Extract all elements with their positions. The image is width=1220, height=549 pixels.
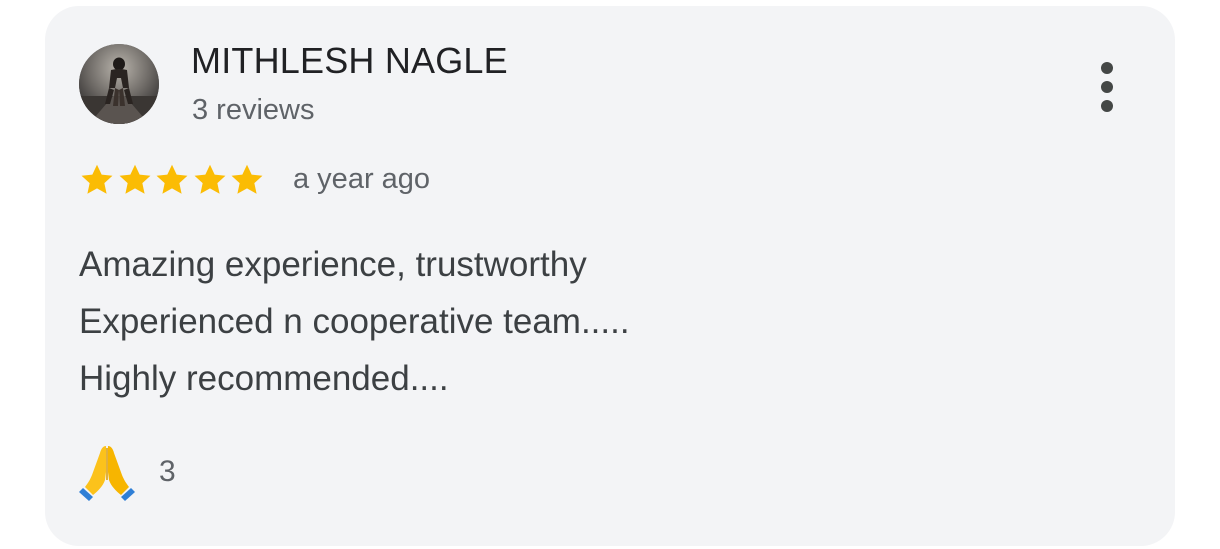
- author-name[interactable]: MITHLESH NAGLE: [191, 40, 508, 82]
- runner-photo-avatar: [79, 44, 159, 124]
- reaction-button[interactable]: 3: [79, 442, 176, 502]
- reaction-count: 3: [159, 455, 176, 488]
- menu-dot: [1101, 100, 1113, 112]
- star-icon: [231, 164, 263, 194]
- star-icon: [194, 164, 225, 194]
- author-review-count: 3 reviews: [192, 94, 315, 126]
- review-card: MITHLESH NAGLE 3 reviews a year ago Amaz…: [45, 6, 1175, 546]
- menu-dot: [1101, 62, 1113, 74]
- review-text: Amazing experience, trustworthy Experien…: [79, 236, 630, 407]
- menu-dot: [1101, 81, 1113, 93]
- more-vert-icon[interactable]: [1089, 58, 1125, 118]
- star-rating: [79, 162, 267, 198]
- review-text-line: Experienced n cooperative team.....: [79, 302, 630, 341]
- review-time: a year ago: [293, 163, 431, 195]
- review-text-line: Highly recommended....: [79, 359, 449, 398]
- star-icon: [119, 164, 150, 194]
- star-icon: [156, 164, 188, 194]
- star-icon: [81, 164, 113, 194]
- folded-hands-icon: [79, 446, 135, 501]
- avatar[interactable]: [79, 44, 159, 124]
- review-text-line: Amazing experience, trustworthy: [79, 245, 587, 284]
